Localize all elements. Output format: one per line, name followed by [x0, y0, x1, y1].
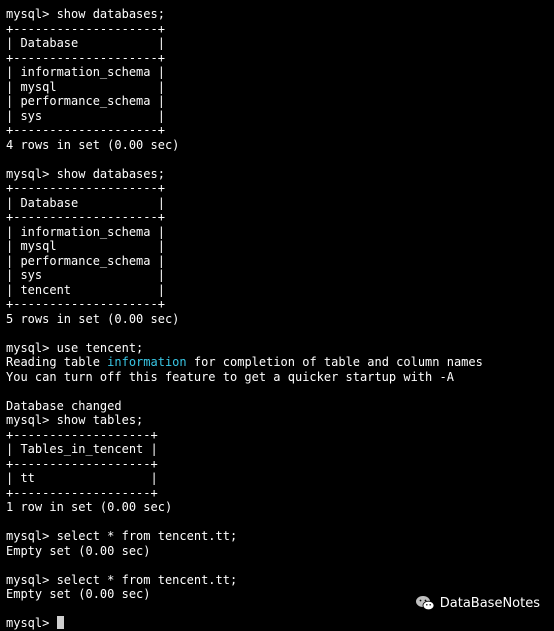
terminal-line: +-------------------+ [6, 456, 158, 471]
terminal-line: | information_schema | [6, 224, 165, 239]
terminal-line: | mysql | [6, 239, 165, 253]
terminal-line: | tt | [6, 471, 158, 485]
watermark: DataBaseNotes [415, 595, 540, 611]
terminal-output[interactable]: mysql> show databases; +-----------------… [6, 7, 551, 631]
terminal-line: | information_schema | [6, 65, 165, 79]
terminal-line: +--------------------+ [6, 297, 165, 311]
terminal-line: | Database | [6, 36, 165, 50]
terminal-line: +--------------------+ [6, 123, 165, 137]
terminal-text-segment: Reading table [6, 355, 108, 369]
terminal-line: 5 rows in set (0.00 sec) [6, 311, 180, 326]
terminal-line: mysql> use tencent; [6, 340, 144, 355]
terminal-line: Database changed [6, 398, 122, 413]
terminal-line: | performance_schema | [6, 253, 165, 268]
terminal-line: | sys | [6, 108, 165, 123]
terminal-line: mysql> show tables; [6, 413, 144, 427]
cursor [56, 616, 64, 629]
terminal-line: | sys | [6, 268, 165, 282]
terminal-line: Empty set (0.00 sec) [6, 543, 151, 558]
terminal-line: | performance_schema | [6, 94, 165, 108]
terminal-line: 1 row in set (0.00 sec) [6, 500, 173, 514]
terminal-line: +-------------------+ [6, 485, 158, 500]
terminal-line: mysql> select * from tencent.tt; [6, 572, 238, 587]
terminal-line: +--------------------+ [6, 210, 165, 224]
terminal-line: Reading table information for completion… [6, 355, 551, 370]
terminal-line: +--------------------+ [6, 181, 165, 195]
terminal-line: 4 rows in set (0.00 sec) [6, 137, 180, 152]
prompt-line[interactable]: mysql> [6, 616, 551, 631]
terminal-line: | Tables_in_tencent | [6, 442, 158, 456]
terminal-line: +-------------------+ [6, 427, 158, 442]
terminal-line: mysql> show databases; [6, 166, 165, 181]
terminal-line: | Database | [6, 195, 165, 210]
wechat-icon [415, 596, 435, 611]
terminal-text-segment: for completion of table and column names [186, 355, 483, 369]
terminal-line: | tencent | [6, 282, 165, 297]
terminal-line: mysql> show databases; [6, 7, 165, 21]
prompt-text: mysql> [6, 616, 57, 630]
terminal-line: | mysql | [6, 79, 165, 94]
terminal-line: mysql> select * from tencent.tt; [6, 529, 238, 543]
terminal-line: +--------------------+ [6, 50, 165, 65]
highlighted-word: information [107, 355, 187, 369]
terminal-line: +--------------------+ [6, 21, 165, 36]
terminal-line: You can turn off this feature to get a q… [6, 369, 454, 384]
watermark-text: DataBaseNotes [439, 595, 540, 611]
